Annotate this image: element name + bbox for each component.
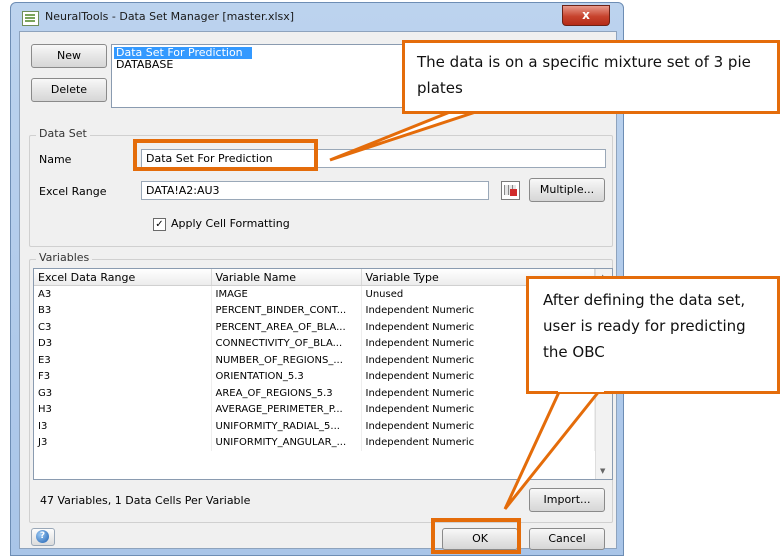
table-row[interactable]: G3 AREA_OF_REGIONS_5.3 Independent Numeric (34, 385, 595, 402)
cell-type[interactable]: Independent Numeric (361, 434, 595, 451)
apply-formatting-label: Apply Cell Formatting (171, 217, 290, 230)
help-button[interactable]: ? (31, 528, 55, 546)
cell-range: J3 (34, 434, 212, 451)
range-picker-icon[interactable] (501, 181, 520, 200)
cell-range: A3 (34, 285, 212, 303)
cell-name: PERCENT_AREA_OF_BLA... (211, 319, 362, 336)
variables-summary: 47 Variables, 1 Data Cells Per Variable (40, 494, 251, 507)
cell-range: E3 (34, 352, 212, 369)
cell-range: H3 (34, 401, 212, 418)
cell-name: IMAGE (211, 285, 362, 303)
title-bar[interactable]: NeuralTools - Data Set Manager [master.x… (11, 3, 623, 31)
dataset-group-label: Data Set (36, 127, 90, 140)
column-header-name[interactable]: Variable Name (211, 269, 362, 286)
variables-group-label: Variables (36, 251, 93, 264)
table-row[interactable]: D3 CONNECTIVITY_OF_BLA... Independent Nume… (34, 335, 595, 352)
name-label: Name (39, 153, 72, 166)
cell-name: UNIFORMITY_ANGULAR_... (211, 434, 362, 451)
excel-range-input[interactable]: DATA!A2:AU3 (141, 181, 489, 200)
cell-range: F3 (34, 368, 212, 385)
cell-name: AVERAGE_PERIMETER_P... (211, 401, 362, 418)
excel-range-label: Excel Range (39, 185, 107, 198)
window-title: NeuralTools - Data Set Manager [master.x… (45, 10, 295, 23)
cell-name: CONNECTIVITY_OF_BLA... (211, 335, 362, 352)
callout-right: After defining the data set, user is rea… (526, 276, 780, 394)
spreadsheet-icon (22, 11, 39, 26)
table-row[interactable]: C3 PERCENT_AREA_OF_BLA... Independent Nume… (34, 319, 595, 336)
pointer-join-right (558, 384, 604, 392)
callout-top: The data is on a specific mixture set of… (402, 40, 780, 114)
table-row[interactable]: J3 UNIFORMITY_ANGULAR_... Independent Nume… (34, 434, 595, 451)
cell-name: UNIFORMITY_RADIAL_5... (211, 418, 362, 435)
variables-grid: Excel Data Range Variable Name Variable … (34, 269, 595, 451)
cell-name: ORIENTATION_5.3 (211, 368, 362, 385)
cell-range: C3 (34, 319, 212, 336)
cell-name: PERCENT_BINDER_CONT... (211, 302, 362, 319)
column-header-range[interactable]: Excel Data Range (34, 269, 212, 286)
close-button[interactable]: x (562, 5, 610, 26)
cell-type[interactable]: Independent Numeric (361, 401, 595, 418)
cell-range: G3 (34, 385, 212, 402)
dataset-item-database[interactable]: DATABASE (114, 59, 173, 71)
variables-header-row: Excel Data Range Variable Name Variable … (34, 269, 595, 286)
cell-name: NUMBER_OF_REGIONS_... (211, 352, 362, 369)
cell-range: B3 (34, 302, 212, 319)
table-row[interactable]: F3 ORIENTATION_5.3 Independent Numeric (34, 368, 595, 385)
table-row[interactable]: A3 IMAGE Unused (34, 285, 595, 303)
name-highlight-box (133, 139, 318, 171)
multiple-button[interactable]: Multiple... (529, 178, 605, 202)
apply-formatting-checkbox[interactable]: ✓ (153, 218, 166, 231)
new-button[interactable]: New (31, 44, 107, 68)
scroll-down-icon[interactable]: ▼ (600, 467, 605, 475)
help-icon: ? (36, 530, 49, 543)
cell-range: I3 (34, 418, 212, 435)
table-row[interactable]: I3 UNIFORMITY_RADIAL_5... Independent Nume… (34, 418, 595, 435)
ok-highlight-box (431, 518, 521, 554)
pointer-join-top (468, 102, 504, 111)
import-button[interactable]: Import... (529, 488, 605, 512)
cancel-button[interactable]: Cancel (529, 528, 605, 550)
table-row[interactable]: E3 NUMBER_OF_REGIONS_... Independent Numer… (34, 352, 595, 369)
cell-type[interactable]: Independent Numeric (361, 418, 595, 435)
cell-name: AREA_OF_REGIONS_5.3 (211, 385, 362, 402)
delete-button[interactable]: Delete (31, 78, 107, 102)
table-row[interactable]: H3 AVERAGE_PERIMETER_P... Independent Nume… (34, 401, 595, 418)
table-row[interactable]: B3 PERCENT_BINDER_CONT... Independent Nume… (34, 302, 595, 319)
cell-range: D3 (34, 335, 212, 352)
